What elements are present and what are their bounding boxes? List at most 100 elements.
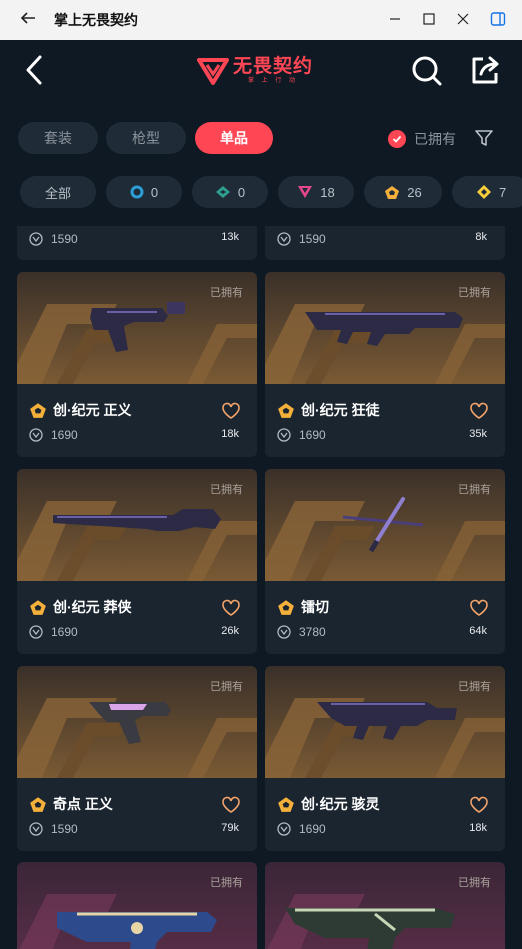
owned-label: 已拥有: [210, 484, 243, 496]
back-chevron-icon[interactable]: [20, 54, 48, 86]
tier-filter-chips: 全部 0 0 18 26 7: [0, 176, 522, 210]
vp-currency-icon: [277, 625, 291, 639]
heart-icon[interactable]: [221, 402, 241, 420]
orange-pentagon-tier-icon: [278, 402, 294, 418]
chip-count: 18: [320, 184, 335, 200]
like-count: 26k: [221, 625, 239, 637]
chip-tier-orange[interactable]: 26: [364, 176, 442, 208]
orange-pentagon-tier-icon: [30, 402, 46, 418]
price: 1690: [51, 428, 78, 442]
name-row: 创·纪元 骇灵: [277, 794, 380, 814]
vp-currency-icon: [29, 625, 43, 639]
owned-label: 已拥有: [458, 681, 491, 693]
chip-tier-pink[interactable]: 18: [278, 176, 354, 208]
like-count: 18k: [469, 822, 487, 834]
maximize-icon[interactable]: [422, 12, 436, 29]
price: 1590: [299, 232, 326, 246]
chip-count: 0: [237, 184, 246, 200]
logo-mark-icon: [197, 58, 229, 85]
checkmark-icon: [388, 130, 406, 148]
chip-tier-teal[interactable]: 0: [192, 176, 268, 208]
owned-filter-toggle[interactable]: 已拥有: [388, 128, 456, 150]
name-row: 奇点 正义: [29, 794, 113, 814]
like-count: 13k: [221, 231, 239, 243]
vp-currency-icon: [277, 232, 291, 246]
like-count: 79k: [221, 822, 239, 834]
skin-card-partial[interactable]: 1590 8k: [265, 226, 505, 260]
name-row: 镭切: [277, 597, 329, 617]
heart-icon[interactable]: [221, 796, 241, 814]
window-titlebar: 掌上无畏契约: [0, 0, 522, 40]
yellow-diamond-tier-icon: [477, 185, 491, 199]
owned-label: 已拥有: [210, 877, 243, 889]
funnel-filter-icon[interactable]: [474, 128, 494, 148]
price: 3780: [299, 625, 326, 639]
sidebar-toggle-icon[interactable]: [490, 11, 506, 30]
price: 1690: [299, 822, 326, 836]
heart-icon[interactable]: [469, 599, 489, 617]
skin-card[interactable]: 已拥有: [17, 862, 257, 949]
chip-count: 0: [150, 184, 159, 200]
heart-icon[interactable]: [469, 796, 489, 814]
price: 1590: [51, 822, 78, 836]
window-back-icon[interactable]: [20, 10, 54, 31]
tab-single-items[interactable]: 单品: [195, 122, 273, 154]
orange-pentagon-tier-icon: [385, 185, 400, 199]
chip-all[interactable]: 全部: [20, 176, 96, 208]
name-row: 创·纪元 正义: [29, 400, 132, 420]
price-row: 1590: [277, 230, 326, 248]
skin-card[interactable]: 已拥有 创·纪元 骇灵 1690 18k: [265, 666, 505, 851]
owned-filter-label: 已拥有: [414, 131, 456, 147]
price-row: 1690: [277, 820, 326, 838]
like-count: 18k: [221, 428, 239, 440]
price: 1590: [51, 232, 78, 246]
orange-pentagon-tier-icon: [30, 796, 46, 812]
price-row: 1690: [277, 426, 326, 444]
orange-pentagon-tier-icon: [30, 599, 46, 615]
skin-card[interactable]: 已拥有 奇点 正义 1590 79k: [17, 666, 257, 851]
skin-card[interactable]: 已拥有 创·纪元 正义 1690 18k: [17, 272, 257, 457]
valorant-logo: 无畏契约 掌 上 行 动: [196, 54, 328, 88]
share-icon[interactable]: [470, 54, 500, 86]
skin-name: 创·纪元 正义: [53, 402, 132, 418]
search-icon[interactable]: [410, 54, 444, 88]
price: 1690: [51, 625, 78, 639]
chip-tier-yellow[interactable]: 7: [452, 176, 522, 208]
orange-pentagon-tier-icon: [278, 796, 294, 812]
vp-currency-icon: [277, 822, 291, 836]
owned-label: 已拥有: [458, 484, 491, 496]
price-row: 1690: [29, 623, 78, 641]
chip-tier-blue[interactable]: 0: [106, 176, 182, 208]
price-row: 3780: [277, 623, 326, 641]
name-row: 创·纪元 莽侠: [29, 597, 132, 617]
skin-name: 镭切: [301, 599, 329, 615]
close-icon[interactable]: [456, 12, 470, 29]
skin-card[interactable]: 已拥有 创·纪元 狂徒 1690 35k: [265, 272, 505, 457]
skin-card[interactable]: 已拥有: [265, 862, 505, 949]
skin-grid: 1590 13k 1590 8k 已拥有 创·纪元 正义 1690 18k 已拥…: [0, 226, 522, 949]
heart-icon[interactable]: [469, 402, 489, 420]
tab-bundles[interactable]: 套装: [18, 122, 98, 154]
heart-icon[interactable]: [221, 599, 241, 617]
teal-diamond-tier-icon: [215, 186, 230, 198]
logo-text: 无畏契约: [233, 56, 314, 77]
minimize-icon[interactable]: [388, 12, 402, 29]
owned-label: 已拥有: [458, 287, 491, 299]
skin-card[interactable]: 已拥有 创·纪元 莽侠 1690 26k: [17, 469, 257, 654]
owned-label: 已拥有: [210, 681, 243, 693]
skin-name: 奇点 正义: [53, 796, 113, 812]
window-title: 掌上无畏契约: [54, 12, 138, 28]
app-header: 无畏契约 掌 上 行 动: [0, 40, 522, 102]
like-count: 35k: [469, 428, 487, 440]
chip-all-label: 全部: [44, 185, 71, 201]
skin-name: 创·纪元 莽侠: [53, 599, 132, 615]
skin-card-partial[interactable]: 1590 13k: [17, 226, 257, 260]
vp-currency-icon: [29, 428, 43, 442]
price-row: 1590: [29, 820, 78, 838]
skin-name: 创·纪元 骇灵: [301, 796, 380, 812]
pink-triangle-tier-icon: [298, 186, 313, 198]
blue-ring-tier-icon: [130, 185, 144, 199]
price: 1690: [299, 428, 326, 442]
tab-weapon-type[interactable]: 枪型: [106, 122, 186, 154]
skin-card[interactable]: 已拥有 镭切 3780 64k: [265, 469, 505, 654]
